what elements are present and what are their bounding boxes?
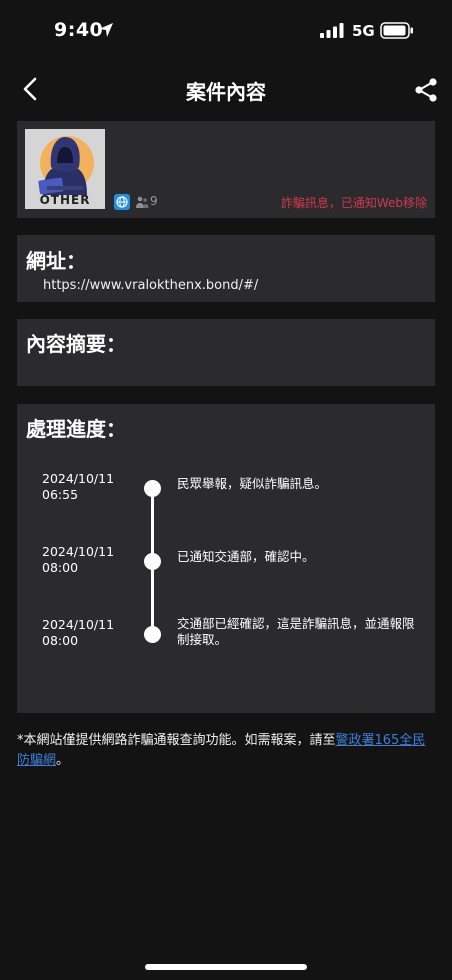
- timeline-dot: [144, 626, 161, 643]
- status-bar: 9:40 5G: [0, 0, 452, 62]
- url-heading: 網址：: [26, 249, 86, 273]
- case-header-card: OTHER 9 詐騙訊息，已通知Web移除: [17, 121, 435, 218]
- category-label: OTHER: [39, 193, 91, 207]
- timeline-date: 2024/10/11 08:00: [42, 544, 115, 575]
- timeline-item: 2024/10/11 08:00 交通部已經確認，這是詐騙訊息，並通報限制接取。: [17, 616, 435, 657]
- progress-card: 處理進度： 2024/10/11 06:55 民眾舉報，疑似詐騙訊息。 2024…: [17, 404, 435, 713]
- battery-icon: [380, 22, 413, 39]
- url-card: 網址： https://www.vralokthenx.bond/#/: [17, 235, 435, 302]
- timeline-date: 2024/10/11 08:00: [42, 617, 115, 648]
- reported-url: https://www.vralokthenx.bond/#/: [43, 278, 259, 293]
- timeline-dot: [144, 480, 161, 497]
- footer-text-end: 。: [56, 753, 70, 768]
- timeline-text: 已通知交通部，確認中。: [177, 549, 315, 564]
- status-time: 9:40: [54, 19, 104, 41]
- hooded-hacker-icon: [38, 136, 94, 195]
- footer-text: *本網站僅提供網路詐騙通報查詢功能。如需報案，請至: [17, 733, 336, 748]
- page-title: 案件內容: [186, 80, 266, 104]
- timeline-text: 民眾舉報，疑似詐騙訊息。: [177, 476, 328, 491]
- progress-heading: 處理進度：: [26, 417, 126, 441]
- footer-disclaimer: *本網站僅提供網路詐騙通報查詢功能。如需報案，請至警政署165全民防騙網。: [17, 731, 437, 771]
- cellular-signal-icon: [320, 23, 344, 38]
- network-type: 5G: [352, 22, 375, 40]
- navigation-bar: 案件內容: [0, 62, 452, 118]
- timeline-dot: [144, 553, 161, 570]
- timeline-item: 2024/10/11 06:55 民眾舉報，疑似詐騙訊息。: [17, 471, 435, 511]
- reporters-icon: [136, 196, 149, 208]
- timeline-item: 2024/10/11 08:00 已通知交通部，確認中。: [17, 544, 435, 584]
- timeline-date: 2024/10/11 06:55: [42, 471, 115, 502]
- summary-heading: 內容摘要：: [26, 332, 126, 356]
- timeline-text: 交通部已經確認，這是詐騙訊息，並通報限制接取。: [177, 616, 415, 647]
- share-icon[interactable]: [412, 76, 440, 104]
- summary-card: 內容摘要：: [17, 319, 435, 386]
- web-globe-icon: [114, 194, 130, 210]
- reporter-count: 9: [150, 194, 158, 208]
- location-arrow-icon: [99, 23, 113, 37]
- case-status: 詐騙訊息，已通知Web移除: [280, 196, 427, 210]
- case-category-avatar: OTHER: [25, 129, 105, 209]
- home-indicator: [145, 964, 307, 970]
